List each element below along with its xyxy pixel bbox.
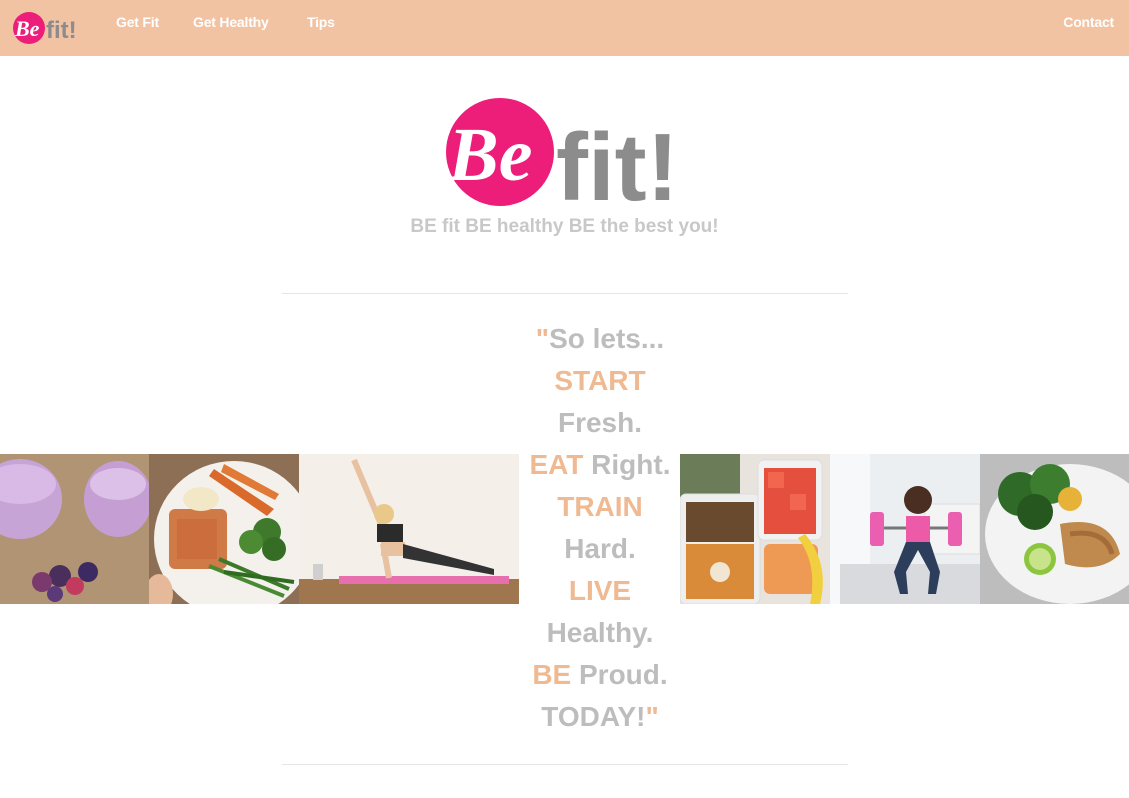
- nav-link-contact[interactable]: Contact: [1063, 14, 1114, 30]
- nav-link-get-healthy[interactable]: Get Healthy: [193, 14, 269, 30]
- befit-logo: Be fit!: [446, 98, 679, 210]
- quote-accent: LIVE: [568, 575, 632, 606]
- quote-text: Fresh.: [557, 407, 643, 438]
- svg-text:Be: Be: [447, 113, 532, 197]
- meal-plate-photo: [149, 454, 299, 604]
- quote-line: "So lets...: [500, 318, 700, 360]
- quote-line: BE Proud.: [500, 654, 700, 696]
- quote-open-mark: ": [535, 323, 550, 354]
- top-divider: [282, 293, 848, 294]
- barbell-squat-photo: [830, 454, 980, 604]
- quote-close-mark: ": [645, 701, 659, 732]
- quote-text: Hard.: [564, 533, 636, 564]
- quote-text: So lets...: [549, 323, 665, 354]
- svg-text:fit!: fit!: [556, 114, 679, 210]
- befit-logo-small[interactable]: Be fit!: [12, 8, 90, 48]
- tagline: BE fit BE healthy BE the best you!: [410, 216, 719, 237]
- svg-text:fit!: fit!: [46, 17, 77, 44]
- nav-link-tips[interactable]: Tips: [307, 14, 335, 30]
- bottom-divider: [282, 764, 848, 765]
- smoothie-photo: [0, 454, 149, 604]
- quote-accent: START: [554, 365, 646, 396]
- top-navbar: Be fit! Get Fit Get Healthy Tips Contact: [0, 0, 1129, 56]
- quote-text: Healthy.: [546, 617, 654, 648]
- side-plank-photo: [299, 454, 519, 604]
- quote-accent: TRAIN: [557, 491, 643, 522]
- meal-prep-photo: [680, 454, 830, 604]
- quote-accent: BE: [532, 659, 572, 690]
- svg-text:Be: Be: [14, 16, 40, 41]
- quote-accent: EAT: [529, 449, 584, 480]
- nav-link-get-fit[interactable]: Get Fit: [116, 14, 159, 30]
- motivational-quote: "So lets... START Fresh. EAT Right. TRAI…: [500, 318, 700, 738]
- chicken-salad-photo: [980, 454, 1129, 604]
- quote-line: TODAY!": [500, 696, 700, 738]
- quote-line: EAT Right.: [500, 444, 700, 486]
- quote-text: TODAY!: [541, 701, 646, 732]
- quote-text: Proud.: [571, 659, 668, 690]
- quote-text: Right.: [583, 449, 671, 480]
